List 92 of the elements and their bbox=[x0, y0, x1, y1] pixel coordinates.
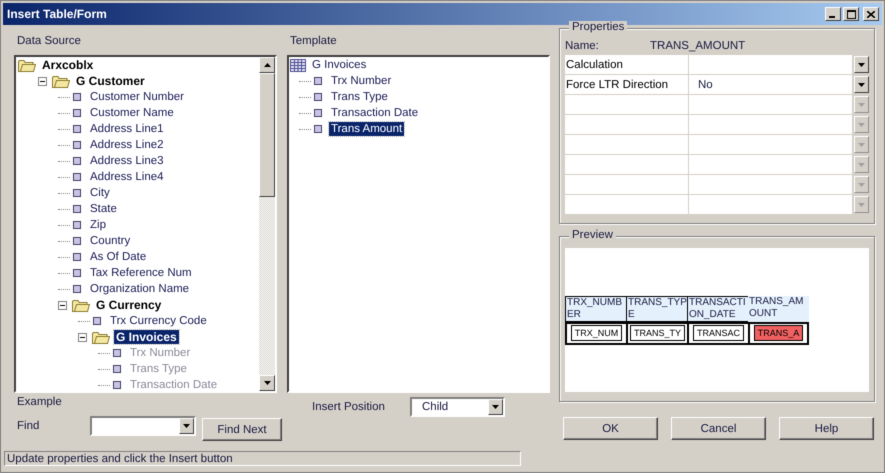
property-value-cell[interactable] bbox=[689, 55, 852, 74]
template-field-item[interactable]: Trans Type bbox=[329, 90, 390, 104]
property-name-cell: Force LTR Direction bbox=[565, 75, 688, 94]
tree-field-item[interactable]: State bbox=[88, 202, 119, 216]
tree-field-item[interactable]: Address Line4 bbox=[88, 170, 166, 184]
field-placeholder[interactable]: TRANS_TY bbox=[630, 325, 685, 341]
folder-icon bbox=[72, 298, 90, 312]
dialog-button[interactable]: Cancel bbox=[671, 417, 766, 440]
property-value-cell[interactable]: No bbox=[689, 75, 852, 94]
up-arrow-icon bbox=[264, 63, 270, 67]
properties-title: Properties bbox=[569, 21, 628, 33]
insert-position-dropdown[interactable]: Child bbox=[410, 397, 505, 417]
name-value: TRANS_AMOUNT bbox=[650, 40, 746, 54]
tree-field-item[interactable]: Address Line3 bbox=[88, 154, 166, 168]
data-source-tree[interactable] bbox=[14, 55, 277, 393]
property-value-cell[interactable] bbox=[689, 115, 852, 134]
field-icon bbox=[93, 317, 101, 325]
preview-title: Preview bbox=[569, 229, 616, 241]
property-value-cell[interactable] bbox=[689, 155, 852, 174]
data-source-label: Data Source bbox=[17, 35, 82, 49]
dropdown-arrow-icon bbox=[858, 142, 865, 146]
scroll-down-button[interactable] bbox=[259, 375, 275, 391]
dropdown-arrow-icon bbox=[183, 424, 190, 428]
column-header: TRANS_TYPE bbox=[626, 296, 687, 322]
dropdown-arrow-icon bbox=[858, 162, 865, 166]
template-field-item[interactable]: Transaction Date bbox=[329, 106, 420, 120]
tree-folder-item[interactable]: G Invoices bbox=[114, 330, 179, 344]
collapse-toggle-icon[interactable] bbox=[78, 332, 87, 342]
template-tree[interactable]: G Invoices Trx Number Trans Type Transaction Date Trans Amount bbox=[287, 55, 550, 393]
scrollbar[interactable] bbox=[259, 57, 275, 391]
tree-field-item[interactable]: Address Line1 bbox=[88, 122, 166, 136]
tree-field-item[interactable]: Organization Name bbox=[88, 282, 192, 296]
tree-field-item[interactable]: Tax Reference Num bbox=[88, 266, 194, 280]
tree-field-item[interactable]: Customer Name bbox=[88, 106, 176, 120]
property-value-cell[interactable] bbox=[689, 195, 852, 214]
field-placeholder[interactable]: TRX_NUM bbox=[570, 325, 622, 341]
dropdown-arrow-icon bbox=[858, 102, 865, 106]
column-header: TRANS_AMOUNT bbox=[748, 296, 809, 322]
minimize-button[interactable] bbox=[825, 7, 841, 21]
dropdown-arrow-icon bbox=[858, 202, 865, 206]
maximize-icon bbox=[846, 10, 856, 18]
template-label: Template bbox=[290, 35, 338, 49]
close-button[interactable] bbox=[863, 7, 879, 21]
dropdown-arrow-icon bbox=[858, 182, 865, 186]
dropdown-button[interactable] bbox=[854, 76, 869, 93]
example-label: Example bbox=[17, 396, 63, 408]
dropdown-button[interactable] bbox=[854, 56, 869, 73]
folder-icon bbox=[52, 74, 70, 88]
template-field-item[interactable]: Trans Amount bbox=[329, 122, 404, 136]
tree-field-item[interactable]: Trx Currency Code bbox=[108, 314, 209, 328]
property-value-cell[interactable] bbox=[689, 175, 852, 194]
tree-field-item[interactable]: Zip bbox=[88, 218, 108, 232]
template-field-item[interactable]: Trx Number bbox=[329, 74, 394, 88]
field-placeholder[interactable]: TRANS_A bbox=[754, 325, 804, 341]
collapse-toggle-icon[interactable] bbox=[58, 300, 67, 310]
maximize-button[interactable] bbox=[843, 7, 859, 21]
scroll-up-button[interactable] bbox=[259, 57, 275, 73]
find-label: Find bbox=[17, 420, 40, 432]
tree-field-item[interactable]: City bbox=[88, 186, 112, 200]
property-name-cell: Calculation bbox=[565, 55, 688, 74]
tree-field-item[interactable]: Address Line2 bbox=[88, 138, 166, 152]
find-next-button[interactable]: Find Next bbox=[202, 418, 282, 441]
column-header: TRANSACTION_DATE bbox=[687, 296, 748, 322]
name-label: Name: bbox=[565, 40, 600, 54]
scrollbar-thumb[interactable] bbox=[259, 73, 275, 197]
property-value-cell[interactable] bbox=[689, 95, 852, 114]
field-placeholder[interactable]: TRANSAC bbox=[692, 325, 744, 341]
dialog-button[interactable]: OK bbox=[563, 417, 658, 440]
dropdown-arrow-icon bbox=[858, 62, 865, 66]
dropdown-arrow-icon bbox=[492, 405, 499, 409]
insert-position-label: Insert Position bbox=[312, 401, 386, 413]
template-table-item[interactable]: G Invoices bbox=[310, 58, 368, 72]
status-text: Update properties and click the Insert button bbox=[7, 452, 233, 464]
property-value-cell[interactable] bbox=[689, 135, 852, 154]
column-header: TRX_NUMBER bbox=[565, 296, 626, 322]
tree-folder-item[interactable]: G Customer bbox=[74, 74, 147, 88]
table-icon bbox=[290, 58, 306, 72]
dialog-button[interactable]: Help bbox=[779, 417, 874, 440]
close-icon bbox=[867, 10, 875, 18]
tree-field-item[interactable]: Country bbox=[88, 234, 132, 248]
window-title: Insert Table/Form bbox=[7, 7, 107, 21]
tree-folder-item[interactable]: G Currency bbox=[94, 298, 164, 312]
find-combo-box[interactable] bbox=[90, 416, 196, 436]
tree-field-item[interactable]: Customer Number bbox=[88, 90, 186, 104]
tree-field-item[interactable]: As Of Date bbox=[88, 250, 148, 264]
tree-folder-item[interactable]: Arxcoblx bbox=[40, 58, 96, 72]
dropdown-arrow-icon bbox=[858, 82, 865, 86]
folder-icon bbox=[92, 330, 110, 344]
folder-icon bbox=[18, 58, 36, 72]
collapse-toggle-icon[interactable] bbox=[38, 76, 47, 86]
down-arrow-icon bbox=[264, 381, 270, 385]
dropdown-arrow-icon bbox=[858, 122, 865, 126]
